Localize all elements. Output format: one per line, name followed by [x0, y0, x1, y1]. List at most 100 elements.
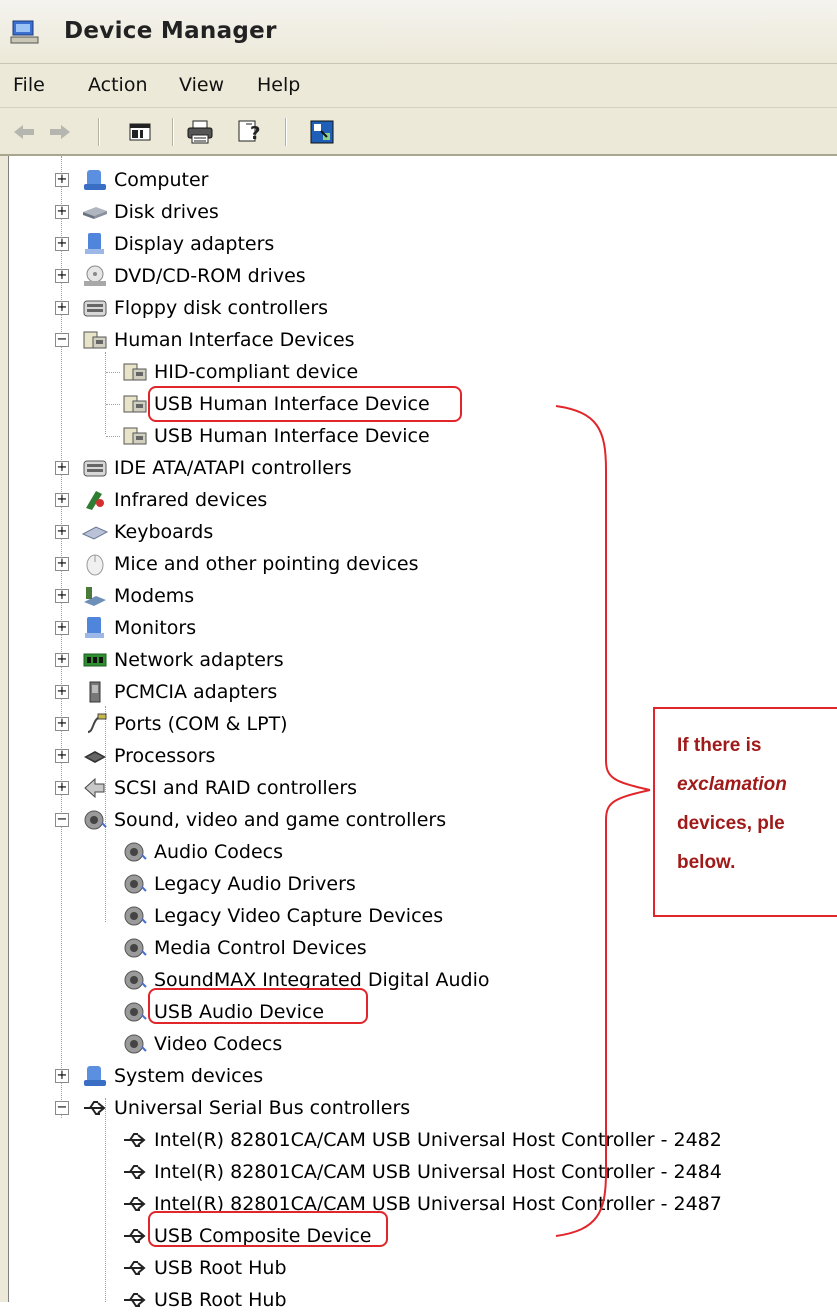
- tree-node-mice[interactable]: + Mice and other pointing devices: [55, 548, 418, 580]
- tree-node-usb-child[interactable]: Intel(R) 82801CA/CAM USB Universal Host …: [122, 1156, 722, 1188]
- disk-drive-icon: [83, 207, 107, 219]
- tree-node-usb[interactable]: − Universal Serial Bus controllers: [55, 1092, 410, 1124]
- collapse-button[interactable]: −: [55, 1101, 69, 1115]
- pcmcia-icon: [89, 681, 101, 703]
- print-icon[interactable]: [184, 116, 216, 148]
- expand-button[interactable]: +: [55, 717, 69, 731]
- menu-bar: File Action View Help: [0, 64, 837, 108]
- tree-label: HID-compliant device: [154, 361, 359, 383]
- tree-node-dvd-cdrom[interactable]: + DVD/CD-ROM drives: [55, 260, 306, 292]
- usb-controller-icon: [124, 1197, 146, 1211]
- tree-node-infrared[interactable]: + Infrared devices: [55, 484, 267, 516]
- expand-button[interactable]: +: [55, 589, 69, 603]
- audio-device-icon: [124, 970, 147, 990]
- tree-node-ide[interactable]: + IDE ATA/ATAPI controllers: [55, 452, 352, 484]
- tree-node-network[interactable]: + Network adapters: [55, 644, 284, 676]
- tree-node-modems[interactable]: + Modems: [55, 580, 194, 612]
- menu-action[interactable]: Action: [88, 74, 148, 96]
- tree-node-pcmcia[interactable]: + PCMCIA adapters: [55, 676, 277, 708]
- scsi-controller-icon: [84, 777, 105, 799]
- tree-node-floppy[interactable]: + Floppy disk controllers: [55, 292, 328, 324]
- tree-node-sound-child[interactable]: Legacy Audio Drivers: [122, 868, 356, 900]
- show-hide-console-tree-icon[interactable]: [124, 116, 156, 148]
- callout-line: exclamation: [677, 774, 787, 795]
- expand-button[interactable]: +: [55, 781, 69, 795]
- tree-node-sound-child[interactable]: Audio Codecs: [122, 836, 283, 868]
- tree-label: Ports (COM & LPT): [114, 713, 288, 735]
- tree-node-ports[interactable]: + Ports (COM & LPT): [55, 708, 288, 740]
- title-bar: Device Manager: [0, 0, 837, 64]
- expand-button[interactable]: +: [55, 461, 69, 475]
- tree-label: Infrared devices: [114, 489, 268, 511]
- menu-file[interactable]: File: [13, 74, 45, 96]
- processor-icon: [84, 751, 106, 763]
- tree-node-monitors[interactable]: + Monitors: [55, 612, 196, 644]
- floppy-controller-icon: [83, 300, 107, 317]
- port-icon: [87, 713, 107, 733]
- tree-label: Keyboards: [114, 521, 214, 543]
- tree-label: System devices: [114, 1065, 264, 1087]
- tree-node-scsi[interactable]: + SCSI and RAID controllers: [55, 772, 357, 804]
- expand-button[interactable]: +: [55, 493, 69, 507]
- toolbar: ?: [0, 108, 837, 156]
- tree-node-processors[interactable]: + Processors: [55, 740, 215, 772]
- tree-label: Human Interface Devices: [114, 329, 355, 351]
- tree-label: Modems: [114, 585, 195, 607]
- keyboard-icon: [82, 526, 108, 540]
- update-driver-icon[interactable]: [306, 116, 338, 148]
- expand-button[interactable]: +: [55, 269, 69, 283]
- tree-node-hid-child[interactable]: HID-compliant device: [122, 356, 358, 388]
- callout-line: below.: [677, 852, 736, 873]
- hid-device-icon: [123, 427, 147, 445]
- tree-node-disk-drives[interactable]: + Disk drives: [55, 196, 219, 228]
- audio-device-icon: [124, 938, 147, 958]
- expand-button[interactable]: +: [55, 621, 69, 635]
- network-adapter-icon: [83, 653, 107, 667]
- toolbar-separator: [98, 118, 100, 146]
- system-devices-icon: [84, 1066, 106, 1086]
- help-icon[interactable]: ?: [234, 116, 266, 148]
- tree-node-display-adapters[interactable]: + Display adapters: [55, 228, 274, 260]
- window-title: Device Manager: [64, 18, 277, 44]
- collapse-button[interactable]: −: [55, 813, 69, 827]
- expand-button[interactable]: +: [55, 749, 69, 763]
- expand-button[interactable]: +: [55, 237, 69, 251]
- tree-node-hid-child[interactable]: USB Human Interface Device: [122, 420, 430, 452]
- expand-button[interactable]: +: [55, 1069, 69, 1083]
- tree-label: SCSI and RAID controllers: [114, 777, 358, 799]
- tree-node-usb-child[interactable]: Intel(R) 82801CA/CAM USB Universal Host …: [122, 1124, 722, 1156]
- forward-icon[interactable]: [44, 116, 76, 148]
- expand-button[interactable]: +: [55, 301, 69, 315]
- callout-text: If there is exclamation devices, ple bel…: [677, 726, 837, 882]
- tree-node-hid[interactable]: − Human Interface Devices: [55, 324, 355, 356]
- audio-device-icon: [124, 1002, 147, 1022]
- tree-node-sound-child[interactable]: Media Control Devices: [122, 932, 367, 964]
- tree-label: Display adapters: [114, 233, 275, 255]
- tree-label: Audio Codecs: [154, 841, 284, 863]
- audio-device-icon: [124, 1034, 147, 1054]
- tree-node-keyboards[interactable]: + Keyboards: [55, 516, 213, 548]
- tree-node-sound[interactable]: − Sound, video and game controllers: [55, 804, 446, 836]
- collapse-button[interactable]: −: [55, 333, 69, 347]
- tree-label: IDE ATA/ATAPI controllers: [114, 457, 352, 479]
- expand-button[interactable]: +: [55, 557, 69, 571]
- mouse-icon: [86, 554, 104, 576]
- tree-node-usb-child[interactable]: USB Root Hub: [122, 1284, 287, 1316]
- tree-node-computer[interactable]: + Computer: [55, 164, 208, 196]
- back-icon[interactable]: [8, 116, 40, 148]
- menu-view[interactable]: View: [179, 74, 224, 96]
- expand-button[interactable]: +: [55, 205, 69, 219]
- expand-button[interactable]: +: [55, 173, 69, 187]
- tree-node-sound-child[interactable]: Video Codecs: [122, 1028, 282, 1060]
- sound-icon: [84, 810, 107, 830]
- ide-controller-icon: [83, 460, 107, 477]
- toolbar-separator: [285, 118, 287, 146]
- expand-button[interactable]: +: [55, 685, 69, 699]
- menu-help[interactable]: Help: [257, 74, 300, 96]
- expand-button[interactable]: +: [55, 525, 69, 539]
- tree-node-usb-child[interactable]: USB Root Hub: [122, 1252, 287, 1284]
- tree-connector: [106, 372, 120, 373]
- expand-button[interactable]: +: [55, 653, 69, 667]
- tree-node-sound-child[interactable]: Legacy Video Capture Devices: [122, 900, 443, 932]
- tree-node-system[interactable]: + System devices: [55, 1060, 263, 1092]
